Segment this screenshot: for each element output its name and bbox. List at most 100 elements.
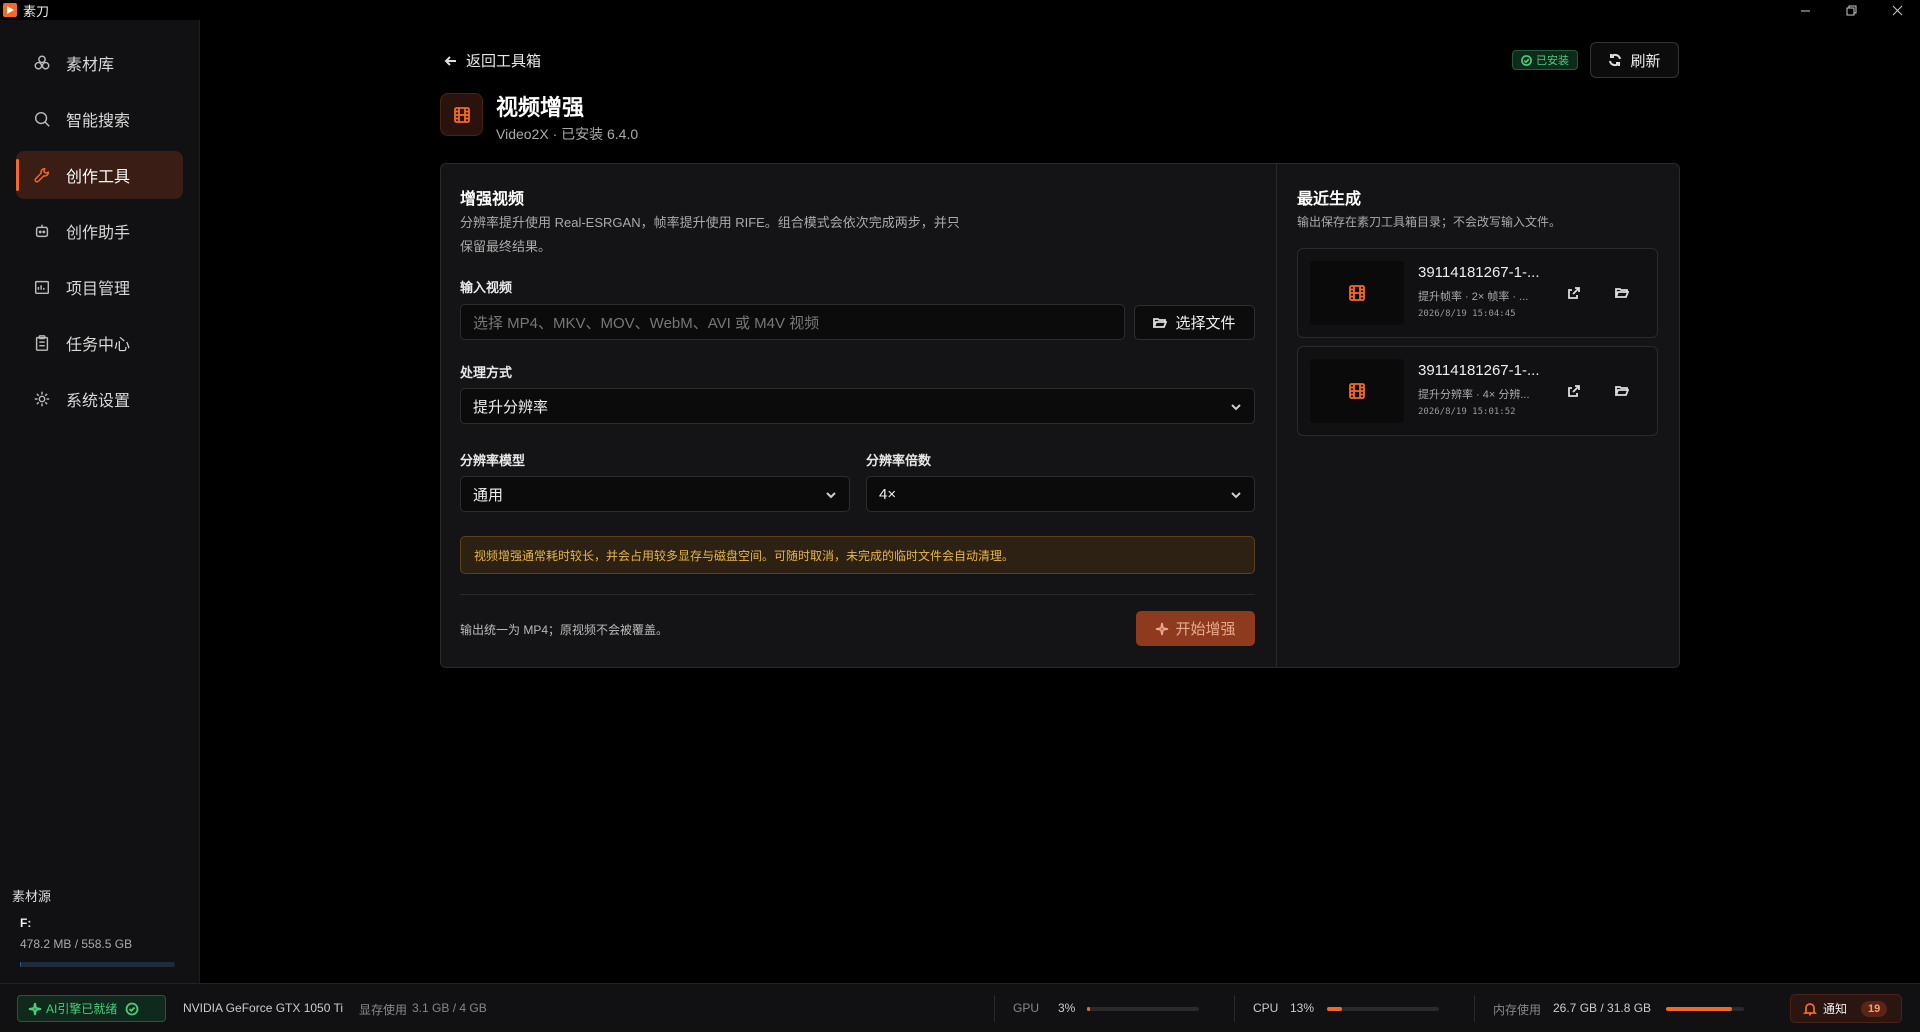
sidebar-item-label: 素材库	[66, 57, 115, 74]
recent-item[interactable]: 39114181267-1-... 提升分辨率 · 4× 分辨... 2026/…	[1297, 346, 1658, 436]
open-external-icon[interactable]	[1565, 284, 1583, 302]
page-title: 视频增强	[496, 95, 585, 120]
arrow-left-icon	[444, 55, 456, 66]
input-video-field[interactable]: 选择 MP4、MKV、MOV、WebM、AVI 或 M4V 视频	[460, 304, 1125, 340]
scale-select[interactable]: 4×	[866, 476, 1255, 512]
gpu-usage-fill	[1087, 1007, 1091, 1011]
bot-icon	[32, 221, 52, 241]
model-select[interactable]: 通用	[460, 476, 850, 512]
mode-value: 提升分辨率	[473, 398, 549, 416]
scale-value: 4×	[879, 485, 897, 503]
sidebar-item-assistant[interactable]: 创作助手	[16, 207, 183, 255]
sidebar: 素材库 智能搜索 创作工具 创作助手 项目管理 任务中心 系统设置 素材源 F:…	[0, 20, 200, 983]
output-note: 输出统一为 MP4；原视频不会被覆盖。	[460, 623, 669, 637]
app-logo-icon	[3, 3, 17, 17]
sidebar-item-label: 创作助手	[66, 225, 131, 242]
back-to-toolbox-link[interactable]: 返回工具箱	[444, 50, 541, 71]
sidebar-item-assets[interactable]: 素材库	[16, 39, 183, 87]
source-drive[interactable]: F:	[20, 916, 31, 930]
sparkle-icon	[1156, 622, 1169, 635]
gear-icon	[32, 389, 52, 409]
gpu-label: GPU	[1013, 1001, 1040, 1015]
sidebar-item-settings[interactable]: 系统设置	[16, 375, 183, 423]
vram-value: 3.1 GB / 4 GB	[412, 1001, 487, 1015]
restore-button[interactable]	[1828, 0, 1874, 20]
start-enhance-button[interactable]: 开始增强	[1136, 611, 1255, 646]
back-label: 返回工具箱	[466, 53, 542, 70]
clipboard-icon	[32, 333, 52, 353]
close-button[interactable]	[1874, 0, 1920, 20]
gpu-value: 3%	[1058, 1001, 1076, 1015]
gpu-usage-bar	[1087, 1007, 1199, 1011]
check-circle-icon	[125, 1002, 139, 1015]
recent-desc: 输出保存在素刀工具箱目录；不会改写输入文件。	[1297, 215, 1562, 229]
status-separator	[994, 995, 995, 1022]
input-video-placeholder: 选择 MP4、MKV、MOV、WebM、AVI 或 M4V 视频	[473, 314, 820, 332]
sidebar-item-tasks[interactable]: 任务中心	[16, 319, 183, 367]
source-title: 素材源	[12, 889, 52, 904]
status-separator	[1234, 995, 1235, 1022]
sidebar-item-label: 系统设置	[66, 393, 131, 410]
sidebar-item-label: 项目管理	[66, 281, 131, 298]
choose-file-label: 选择文件	[1175, 315, 1236, 332]
enhance-section-title: 增强视频	[460, 191, 525, 208]
warning-notice: 视频增强通常耗时较长，并会占用较多显存与磁盘空间。可随时取消，未完成的临时文件会…	[460, 536, 1255, 574]
model-label: 分辨率模型	[460, 453, 526, 468]
recent-item-meta: 提升分辨率 · 4× 分辨...	[1418, 389, 1530, 401]
film-icon	[440, 93, 483, 136]
recent-item-time: 2026/8/19 15:01:52	[1418, 407, 1516, 417]
mem-usage-bar	[1666, 1007, 1744, 1011]
sidebar-item-projects[interactable]: 项目管理	[16, 263, 183, 311]
wrench-icon	[32, 165, 52, 185]
minimize-button[interactable]	[1782, 0, 1828, 20]
source-usage: 478.2 MB / 558.5 GB	[20, 937, 133, 951]
choose-file-button[interactable]: 选择文件	[1134, 305, 1255, 340]
search-icon	[32, 109, 52, 129]
film-icon	[1310, 261, 1404, 325]
gpu-name: NVIDIA GeForce GTX 1050 Ti	[183, 1001, 344, 1015]
folder-open-icon	[1153, 317, 1168, 328]
status-separator	[1474, 995, 1475, 1022]
check-circle-icon	[1521, 54, 1532, 66]
status-bar: AI引擎已就绪 NVIDIA GeForce GTX 1050 Ti 显存使用 …	[0, 983, 1920, 1032]
enhance-desc-line1: 分辨率提升使用 Real-ESRGAN，帧率提升使用 RIFE。组合模式会依次完…	[460, 215, 960, 230]
folder-icon[interactable]	[1613, 284, 1631, 302]
chevron-down-icon	[1230, 488, 1242, 500]
mode-label: 处理方式	[460, 365, 513, 380]
model-value: 通用	[473, 486, 504, 504]
sidebar-item-tools[interactable]: 创作工具	[16, 151, 183, 199]
title-bar: 素刀	[0, 0, 1920, 20]
project-icon	[32, 277, 52, 297]
recent-item[interactable]: 39114181267-1-... 提升帧率 · 2× 帧率 · ... 202…	[1297, 248, 1658, 338]
mem-label: 内存使用	[1493, 1003, 1542, 1017]
source-usage-bar	[20, 962, 175, 967]
warning-text: 视频增强通常耗时较长，并会占用较多显存与磁盘空间。可随时取消，未完成的临时文件会…	[474, 548, 1015, 563]
chevron-down-icon	[825, 488, 837, 500]
form-divider	[460, 594, 1255, 595]
recent-item-meta: 提升帧率 · 2× 帧率 · ...	[1418, 291, 1529, 303]
open-external-icon[interactable]	[1565, 382, 1583, 400]
recent-item-name: 39114181267-1-...	[1418, 362, 1540, 379]
app-title: 素刀	[23, 3, 50, 19]
installed-badge-label: 已安装	[1536, 55, 1569, 67]
recent-title: 最近生成	[1297, 191, 1362, 208]
refresh-button[interactable]: 刷新	[1590, 42, 1679, 78]
refresh-icon	[1609, 53, 1622, 67]
ai-engine-status[interactable]: AI引擎已就绪	[17, 995, 166, 1022]
vram-label: 显存使用	[359, 1003, 408, 1017]
chevron-down-icon	[1230, 400, 1242, 412]
input-video-label: 输入视频	[460, 280, 513, 295]
sparkle-icon	[28, 1002, 42, 1015]
notifications-label: 通知	[1823, 1002, 1848, 1016]
notifications-button[interactable]: 通知 19	[1790, 994, 1902, 1023]
mode-select[interactable]: 提升分辨率	[460, 388, 1255, 424]
ai-status-label: AI引擎已就绪	[46, 1002, 118, 1016]
sidebar-item-search[interactable]: 智能搜索	[16, 95, 183, 143]
mem-value: 26.7 GB / 31.8 GB	[1553, 1001, 1652, 1015]
folder-icon[interactable]	[1613, 382, 1631, 400]
cpu-usage-fill	[1327, 1007, 1342, 1011]
bell-icon	[1803, 1002, 1817, 1015]
enhance-desc-line2: 保留最终结果。	[460, 239, 552, 254]
start-enhance-label: 开始增强	[1175, 621, 1236, 638]
cpu-usage-bar	[1327, 1007, 1439, 1011]
